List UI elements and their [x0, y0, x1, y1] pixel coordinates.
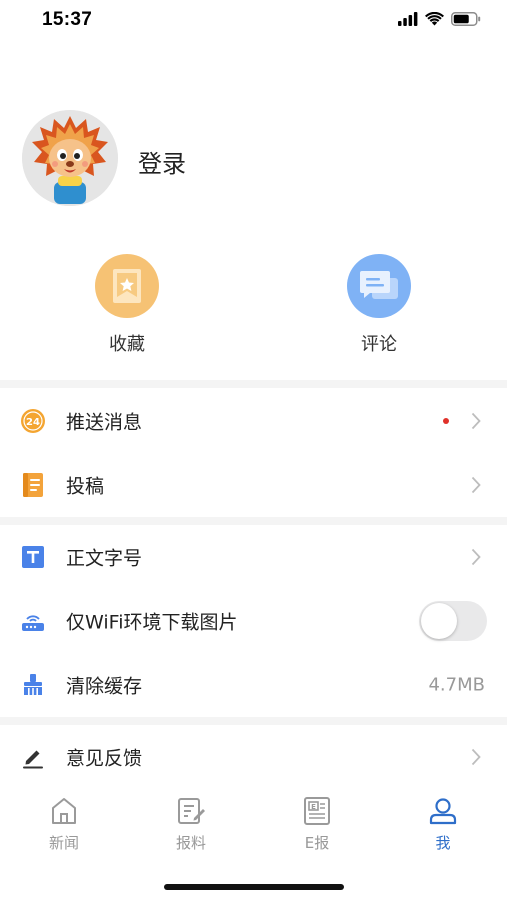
cache-size-value: 4.7MB: [428, 674, 485, 696]
status-time: 15:37: [42, 9, 93, 30]
home-indicator: [164, 884, 344, 890]
wifi-router-icon-wrap: [20, 608, 46, 634]
tab-report-label: 报料: [175, 834, 206, 852]
menu-item-push-messages[interactable]: 24 推送消息: [0, 389, 507, 453]
menu-item-contribute[interactable]: 投稿: [0, 453, 507, 517]
section-divider: [0, 517, 507, 525]
favorites-button[interactable]: 收藏: [72, 254, 182, 356]
lion-mascot-icon: [22, 110, 118, 206]
clear-cache-icon-wrap: [20, 672, 46, 698]
tab-me-label: 我: [435, 834, 451, 852]
tab-epaper[interactable]: E E报: [277, 794, 357, 853]
tab-report[interactable]: 报料: [151, 794, 231, 853]
menu-item-wifi-only-images: 仅WiFi环境下载图片: [0, 589, 507, 653]
wifi-router-icon: [22, 615, 44, 631]
wifi-only-toggle[interactable]: [419, 601, 487, 641]
menu-item-feedback[interactable]: 意见反馈: [0, 725, 507, 789]
font-size-icon-wrap: [20, 544, 46, 570]
avatar[interactable]: [22, 110, 118, 206]
chevron-right-icon: [471, 548, 481, 566]
favorites-label: 收藏: [109, 334, 145, 355]
menu-item-clear-cache[interactable]: 清除缓存 4.7MB: [0, 653, 507, 717]
wifi-icon: [425, 12, 444, 26]
comment-icon: [360, 271, 398, 299]
home-icon: [24, 794, 104, 828]
wifi-only-images-label: 仅WiFi环境下载图片: [66, 611, 238, 634]
contribute-label: 投稿: [66, 475, 105, 498]
status-bar: 15:37: [0, 0, 507, 44]
section-divider: [0, 380, 507, 388]
chevron-right-icon: [471, 412, 481, 430]
signal-icon: [398, 12, 418, 26]
tab-news[interactable]: 新闻: [24, 794, 104, 853]
broom-icon: [24, 674, 42, 695]
comments-label: 评论: [361, 334, 397, 355]
menu-item-font-size[interactable]: 正文字号: [0, 525, 507, 589]
contribute-icon-wrap: [20, 472, 46, 498]
section-divider: [0, 717, 507, 725]
document-icon: [23, 473, 43, 497]
bottom-tab-bar: 新闻 报料 E E报 我: [0, 786, 507, 858]
svg-text:E: E: [311, 803, 316, 811]
pencil-icon: [23, 750, 43, 769]
push-icon-wrap: 24: [20, 408, 46, 434]
clear-cache-label: 清除缓存: [66, 675, 143, 698]
push-messages-label: 推送消息: [66, 411, 143, 434]
comments-button[interactable]: 评论: [324, 254, 434, 356]
feedback-icon-wrap: [20, 744, 46, 770]
status-icons: [398, 12, 481, 26]
e-paper-icon: E: [277, 794, 357, 828]
battery-icon: [451, 12, 481, 26]
user-icon: [403, 794, 483, 828]
tab-me[interactable]: 我: [403, 794, 483, 853]
edit-note-icon: [151, 794, 231, 828]
tab-news-label: 新闻: [48, 834, 79, 852]
login-label[interactable]: 登录: [138, 144, 186, 179]
profile-header: 登录: [22, 110, 482, 210]
chevron-right-icon: [471, 476, 481, 494]
unread-dot: [443, 418, 449, 424]
feedback-label: 意见反馈: [66, 747, 143, 770]
svg-text:24: 24: [26, 417, 40, 428]
toggle-knob: [421, 603, 457, 639]
push-24-icon: 24: [21, 409, 45, 433]
text-t-icon: [22, 546, 44, 568]
font-size-label: 正文字号: [66, 547, 143, 570]
favorites-icon-circle: [95, 254, 159, 318]
bookmark-icon: [113, 269, 141, 303]
tab-epaper-label: E报: [304, 834, 330, 852]
comments-icon-circle: [347, 254, 411, 318]
chevron-right-icon: [471, 748, 481, 766]
